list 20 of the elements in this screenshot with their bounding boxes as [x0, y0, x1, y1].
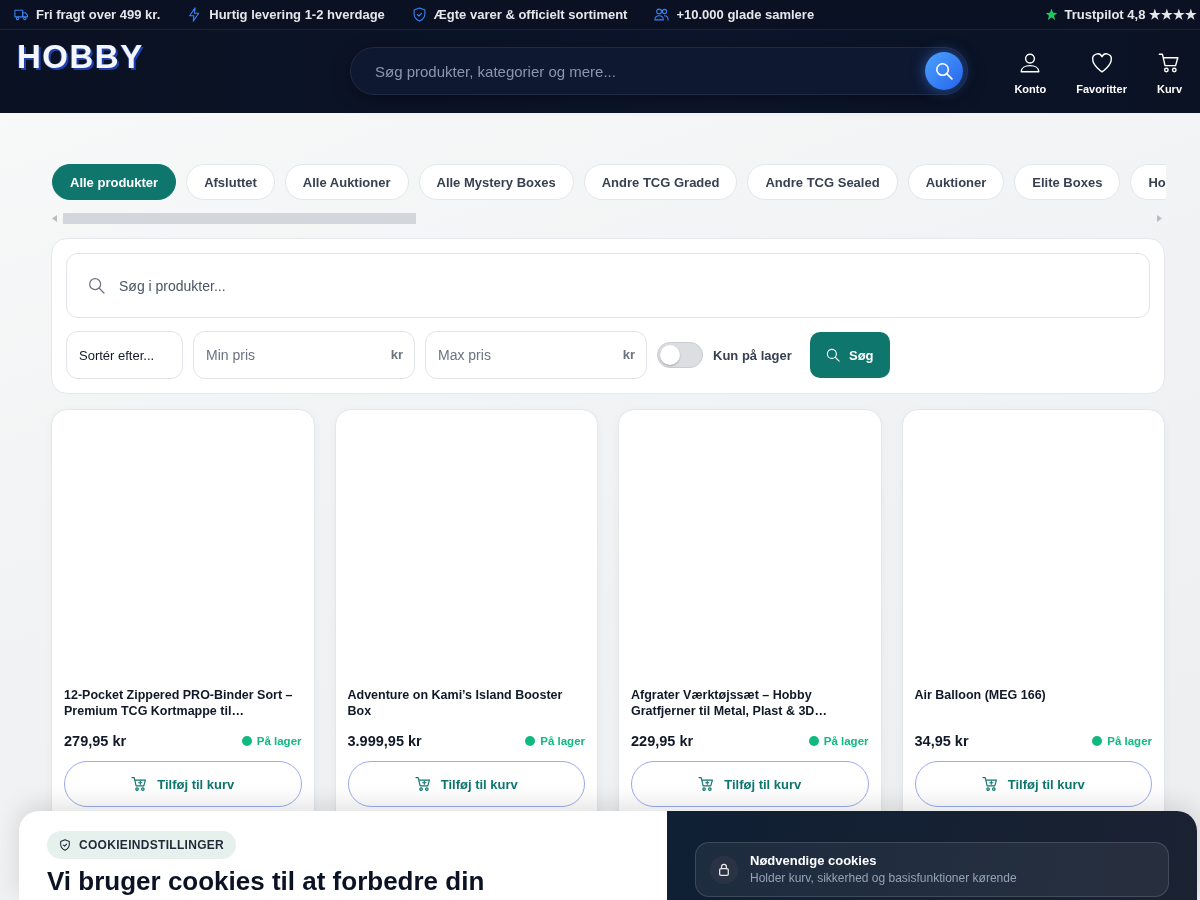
cookie-category-title: Nødvendige cookies: [750, 853, 878, 869]
product-price: 34,95 kr: [914, 733, 969, 749]
currency-unit: kr: [390, 347, 403, 362]
announcement-text: Fri fragt over 499 kr.: [36, 7, 161, 22]
product-price: 3.999,95 kr: [347, 733, 422, 749]
cookie-heading: Vi bruger cookies til at forbedre din: [47, 866, 486, 896]
stock-status: På lager: [540, 735, 585, 747]
cookie-category-description: Holder kurv, sikkerhed og basisfunktioner kørende: [750, 870, 1017, 886]
stock-status: På lager: [1107, 735, 1152, 747]
product-price: 279,95 kr: [64, 733, 127, 749]
toggle-label: Kun på lager: [713, 347, 792, 363]
rating-text: Trustpilot 4,8 ★★★★: [1064, 7, 1197, 22]
product-price: 229,95 kr: [631, 733, 694, 749]
badge-label: COOKIEINDSTILLINGER: [79, 838, 225, 852]
announcement-text: Hurtig levering 1-2 hverdage: [209, 7, 385, 22]
currency-unit: kr: [622, 347, 635, 362]
announcement-text: +10.000 glade samlere: [676, 7, 815, 22]
stock-status: På lager: [823, 735, 869, 747]
stock-status: På lager: [256, 735, 302, 747]
announcement-text: Ægte varer & officielt sortiment: [433, 7, 628, 22]
